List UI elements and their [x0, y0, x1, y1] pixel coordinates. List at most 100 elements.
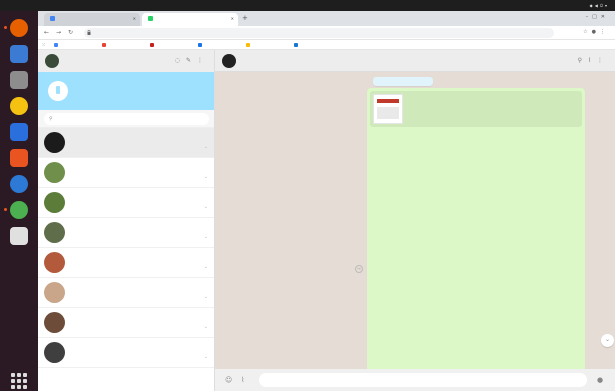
chevron-down-icon[interactable]: ⌄ — [204, 354, 208, 360]
message-text — [373, 134, 579, 354]
message-bubble[interactable] — [367, 88, 585, 369]
thunderbird-icon[interactable] — [10, 45, 28, 63]
message-line — [373, 348, 579, 354]
chevron-down-icon[interactable]: ⌄ — [204, 264, 208, 270]
avatar — [44, 162, 65, 183]
chat-list-item[interactable]: ⌄ — [38, 308, 214, 338]
avatar — [44, 192, 65, 213]
window-controls: –□✕ — [586, 14, 609, 20]
conversation-header[interactable]: ⚲⌇⋮ — [215, 50, 615, 72]
chevron-down-icon[interactable]: ⌄ — [204, 234, 208, 240]
text-editor-icon[interactable] — [10, 227, 28, 245]
chevron-down-icon[interactable]: ⌄ — [204, 174, 208, 180]
message-composer: ☺ ⌇ ● — [215, 369, 615, 391]
chat-list: ⌄ ⌄ ⌄ ⌄ ⌄ ⌄ ⌄ ⌄ — [38, 128, 214, 368]
chat-list-item[interactable]: ⌄ — [38, 188, 214, 218]
group-avatar[interactable] — [222, 54, 236, 68]
chrome-icon[interactable] — [10, 201, 28, 219]
running-indicator — [4, 208, 7, 211]
status-icon[interactable]: ◌ — [175, 57, 186, 64]
avatar — [44, 282, 65, 303]
show-applications-button[interactable] — [11, 373, 27, 389]
date-divider — [373, 77, 433, 86]
chevron-down-icon[interactable]: ⌄ — [204, 294, 208, 300]
files-icon[interactable] — [10, 71, 28, 89]
menu-icon[interactable]: ⋮ — [600, 29, 609, 35]
avatar[interactable] — [45, 54, 59, 68]
firefox-icon[interactable] — [10, 19, 28, 37]
bookmark-favicon-icon — [246, 43, 250, 47]
chat-list-item[interactable]: ⌄ — [38, 338, 214, 368]
browser-toolbar: ← → ↻ ☆●⋮ — [38, 26, 615, 40]
bookmark-favicon-icon — [150, 43, 154, 47]
chevron-down-icon[interactable]: ⌄ — [204, 324, 208, 330]
search-icon[interactable]: ⚲ — [578, 57, 588, 64]
close-window-icon[interactable]: ✕ — [601, 14, 609, 20]
whatsapp-favicon-icon — [148, 16, 153, 21]
bookmark-item[interactable] — [150, 42, 156, 47]
bookmark-favicon-icon — [54, 43, 58, 47]
bookmark-item[interactable] — [246, 42, 252, 47]
back-button[interactable]: ← — [44, 29, 49, 36]
bookmark-item[interactable] — [294, 42, 300, 47]
microphone-icon[interactable]: ● — [597, 376, 603, 384]
chat-list-item[interactable]: ⌄ — [38, 218, 214, 248]
lock-icon — [87, 30, 91, 35]
attach-icon[interactable]: ⌇ — [241, 376, 244, 384]
apps-shortcut[interactable]: ⁙ — [42, 42, 45, 47]
maximize-icon[interactable]: □ — [592, 14, 601, 20]
avatar — [44, 222, 65, 243]
message-input[interactable] — [259, 373, 587, 387]
new-tab-button[interactable]: + — [242, 14, 248, 22]
search-icon: ⚲ — [49, 116, 53, 122]
search-input[interactable]: ⚲ — [44, 113, 209, 125]
browser-tab-2[interactable]: ✕ — [142, 13, 238, 26]
bookmark-star-icon[interactable]: ☆ — [583, 29, 591, 35]
conversation-actions: ⚲⌇⋮ — [578, 57, 609, 64]
chevron-down-icon: ▾ — [604, 3, 609, 8]
bookmark-favicon-icon — [294, 43, 298, 47]
chevron-down-icon[interactable]: ⌄ — [204, 144, 208, 150]
forward-icon[interactable]: ↪ — [355, 265, 363, 273]
help-icon[interactable] — [10, 175, 28, 193]
chat-list-item[interactable]: ⌄ — [38, 128, 214, 158]
bookmark-item[interactable] — [102, 42, 108, 47]
address-bar[interactable] — [84, 28, 554, 38]
close-icon[interactable]: ✕ — [133, 16, 136, 21]
new-chat-icon[interactable]: ✎ — [186, 57, 197, 64]
avatar — [44, 132, 65, 153]
avatar — [44, 252, 65, 273]
chat-list-item[interactable]: ⌄ — [38, 248, 214, 278]
system-top-bar: ◆◀⏻▾ — [0, 0, 615, 11]
forward-button[interactable]: → — [56, 29, 61, 36]
bookmark-item[interactable] — [54, 42, 60, 47]
sidebar-header-actions: ◌✎⋮ — [175, 57, 209, 64]
scroll-down-button[interactable]: ⌄ — [601, 334, 614, 347]
link-preview[interactable] — [370, 91, 582, 127]
attach-icon[interactable]: ⌇ — [588, 57, 597, 64]
apps-grid-icon: ⁙ — [42, 42, 46, 47]
reload-button[interactable]: ↻ — [68, 29, 73, 36]
libreoffice-writer-icon[interactable] — [10, 123, 28, 141]
software-center-icon[interactable] — [10, 149, 28, 167]
notification-bell-icon — [48, 81, 68, 101]
bookmark-item[interactable] — [198, 42, 204, 47]
profile-icon[interactable]: ● — [592, 29, 600, 35]
desktop-notification-banner[interactable] — [38, 72, 214, 110]
sidebar-header: ◌✎⋮ — [38, 50, 214, 72]
menu-icon[interactable]: ⋮ — [197, 57, 209, 64]
chat-list-item[interactable]: ⌄ — [38, 278, 214, 308]
bookmark-favicon-icon — [198, 43, 202, 47]
chat-list-item[interactable]: ⌄ — [38, 158, 214, 188]
toolbar-actions: ☆●⋮ — [583, 29, 609, 35]
rhythmbox-icon[interactable] — [10, 97, 28, 115]
system-tray[interactable]: ◆◀⏻▾ — [590, 3, 609, 8]
conversation-pane: ⚲⌇⋮ ↪ ⌄ ☺ ⌇ ● — [215, 50, 615, 391]
emoji-icon[interactable]: ☺ — [225, 376, 232, 384]
bookmarks-bar: ⁙ — [38, 40, 615, 50]
browser-tab-1[interactable]: ✕ — [44, 13, 140, 26]
chevron-down-icon[interactable]: ⌄ — [204, 204, 208, 210]
close-icon[interactable]: ✕ — [231, 16, 234, 21]
running-indicator — [4, 26, 7, 29]
menu-icon[interactable]: ⋮ — [597, 57, 609, 64]
